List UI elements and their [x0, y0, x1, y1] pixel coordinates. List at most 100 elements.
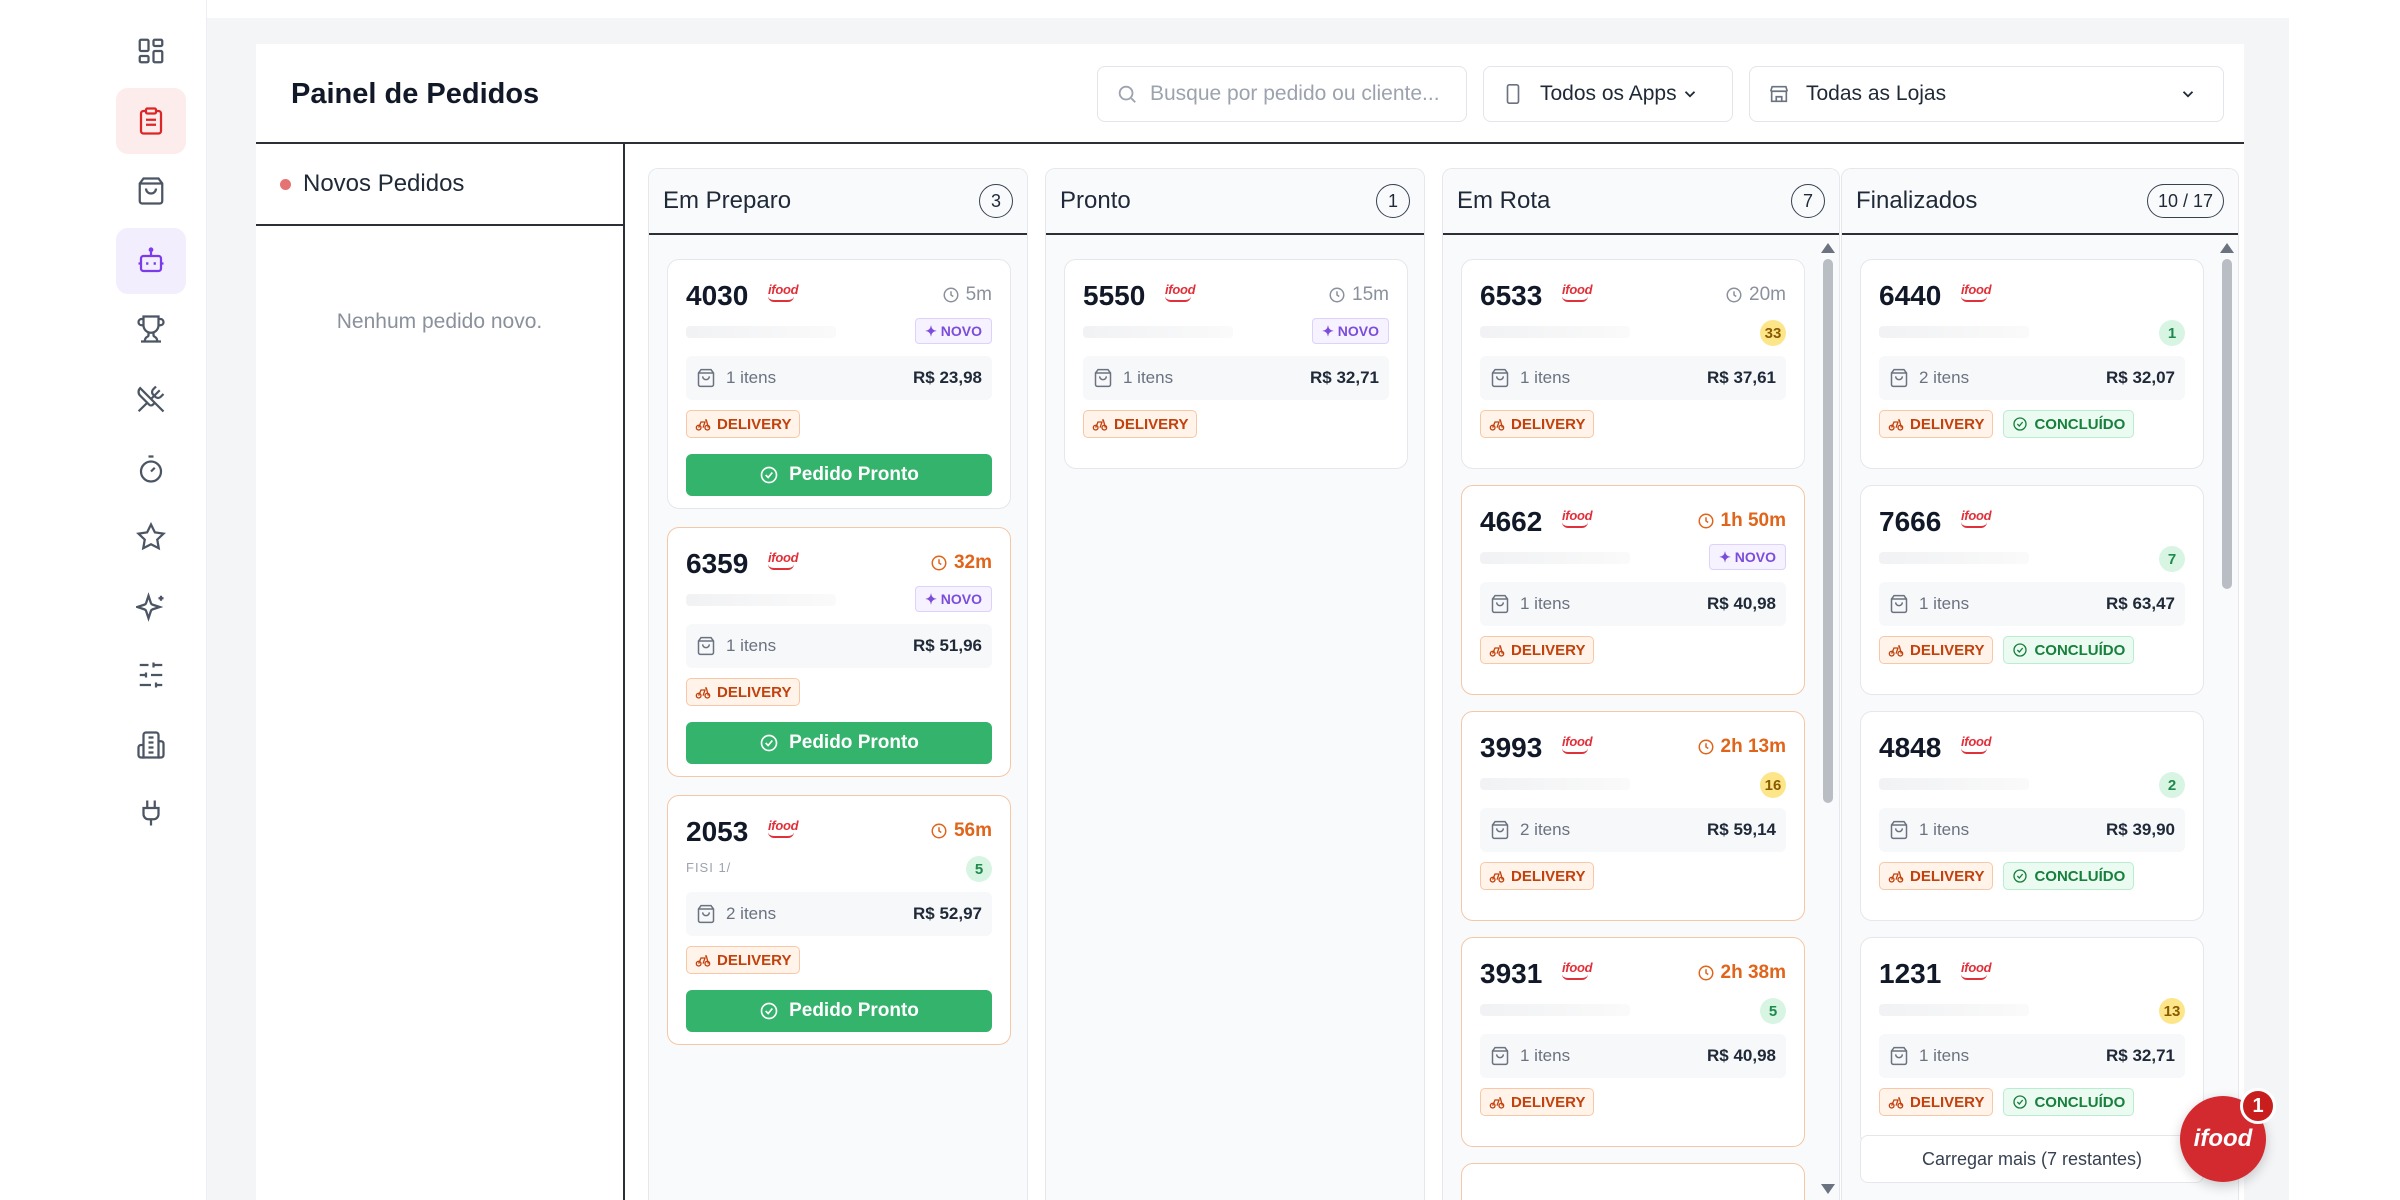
- order-card[interactable]: 3993 ifood 2h 13m 16 2 itens R$ 59,14 DELIVERY: [1461, 711, 1805, 921]
- order-number: 4030: [686, 280, 749, 311]
- order-card-partial[interactable]: [1461, 1163, 1805, 1200]
- customer-order-count-badge: 16: [1760, 772, 1786, 798]
- sidebar-item-dashboard[interactable]: [116, 18, 186, 84]
- order-total: R$ 32,71: [1310, 368, 1379, 387]
- order-ready-label: Pedido Pronto: [789, 1000, 919, 1021]
- order-card[interactable]: 4848 ifood 2 1 itens R$ 39,90 DELIVERY CONCLUÍ…: [1860, 711, 2204, 921]
- order-card[interactable]: 7666 ifood 7 1 itens R$ 63,47 DELIVERY CONCLUÍ…: [1860, 485, 2204, 695]
- shopping-bag-icon: [1889, 1046, 1919, 1066]
- shopping-bag-icon: [1889, 368, 1919, 388]
- elapsed-time-value: 2h 38m: [1720, 962, 1786, 983]
- scroll-up-arrow[interactable]: [1821, 243, 1835, 253]
- items-summary: 1 itens R$ 40,98: [1480, 582, 1786, 626]
- order-number: 3931: [1480, 958, 1543, 989]
- order-ready-button[interactable]: Pedido Pronto: [686, 722, 992, 764]
- elapsed-time: 32m: [930, 552, 992, 574]
- customer-name-redacted: [1480, 1004, 1630, 1016]
- order-card[interactable]: 2053 ifood 56m FISI 1/ 5 2 itens R$ 52,97 DELI…: [667, 795, 1011, 1045]
- items-summary: 2 itens R$ 59,14: [1480, 808, 1786, 852]
- customer-order-count-badge: 2: [2159, 772, 2185, 798]
- order-ready-label: Pedido Pronto: [789, 732, 919, 753]
- scrollbar[interactable]: [1821, 243, 1835, 1200]
- customer-order-count-badge: 33: [1760, 320, 1786, 346]
- search-box[interactable]: [1097, 66, 1467, 122]
- sidebar-item-stores[interactable]: [116, 712, 186, 778]
- scroll-up-arrow[interactable]: [2220, 243, 2234, 253]
- sidebar-item-orders[interactable]: [116, 88, 186, 154]
- concluded-label: CONCLUÍDO: [2034, 867, 2126, 885]
- stores-filter-value: Todas as Lojas: [1806, 82, 1947, 105]
- order-tags: DELIVERY: [1083, 410, 1198, 438]
- order-card[interactable]: 6533 ifood 20m 33 1 itens R$ 37,61 DELIVERY: [1461, 259, 1805, 469]
- sidebar-item-bot[interactable]: [116, 228, 186, 294]
- customer-name-redacted: [686, 326, 836, 338]
- order-ready-button[interactable]: Pedido Pronto: [686, 990, 992, 1032]
- smartphone-icon: [1506, 84, 1520, 104]
- ifood-widget-button[interactable]: ifood 1: [2180, 1088, 2276, 1182]
- delivery-label: DELIVERY: [1910, 1093, 1985, 1111]
- scrollbar-thumb[interactable]: [1823, 259, 1833, 803]
- scrollbar-thumb[interactable]: [2222, 259, 2232, 589]
- order-tags: DELIVERY CONCLUÍDO: [1879, 862, 2135, 890]
- sidebar-item-integrations[interactable]: [116, 780, 186, 846]
- column-header: Finalizados 10 / 17: [1842, 169, 2238, 235]
- order-card[interactable]: 4662 ifood 1h 50m ✦ NOVO 1 itens R$ 40,98 DELI…: [1461, 485, 1805, 695]
- scrollbar[interactable]: [2220, 243, 2234, 1200]
- search-input[interactable]: [1150, 82, 1450, 106]
- customer-name-redacted: [1480, 552, 1630, 564]
- order-total: R$ 63,47: [2106, 594, 2175, 613]
- delivery-tag: DELIVERY: [1480, 636, 1595, 664]
- order-card[interactable]: 1231 ifood 13 1 itens R$ 32,71 DELIVERY CONCLU…: [1860, 937, 2204, 1147]
- stores-filter-select[interactable]: Todas as Lojas: [1749, 66, 2224, 122]
- elapsed-time: 15m: [1328, 284, 1389, 306]
- empty-state: Nenhum pedido novo.: [336, 310, 543, 333]
- bike-icon: [1888, 1094, 1904, 1110]
- customer-name-redacted: [686, 594, 836, 606]
- order-number: 4662: [1480, 506, 1543, 537]
- check-circle-icon: [759, 733, 779, 753]
- sidebar-item-timer[interactable]: [116, 436, 186, 502]
- column-header: Pronto 1: [1046, 169, 1424, 235]
- ifood-logo: ifood: [768, 282, 799, 302]
- customer-name: FISI 1/: [686, 860, 732, 875]
- sidebar-item-bag[interactable]: [116, 158, 186, 224]
- store-icon: [1769, 85, 1789, 103]
- order-card[interactable]: 3931 ifood 2h 38m 5 1 itens R$ 40,98 DELIVERY: [1461, 937, 1805, 1147]
- utensils-crossed-icon: [137, 385, 165, 413]
- order-card[interactable]: 4030 ifood 5m ✦ NOVO 1 itens R$ 23,98 DELIVERY…: [667, 259, 1011, 509]
- items-summary: 2 itens R$ 52,97: [686, 892, 992, 936]
- delivery-label: DELIVERY: [1511, 415, 1586, 433]
- ifood-logo: ifood: [1961, 508, 1992, 528]
- delivery-label: DELIVERY: [1910, 641, 1985, 659]
- order-ready-button[interactable]: Pedido Pronto: [686, 454, 992, 496]
- sidebar-item-settings[interactable]: [116, 642, 186, 708]
- chevron-down-icon: [1684, 91, 1695, 98]
- order-card[interactable]: 5550 ifood 15m ✦ NOVO 1 itens R$ 32,71 DELIVER…: [1064, 259, 1408, 469]
- order-number: 1231: [1879, 958, 1942, 989]
- elapsed-time-value: 15m: [1352, 284, 1389, 305]
- sidebar-item-reviews[interactable]: [116, 504, 186, 570]
- order-card[interactable]: 6359 ifood 32m ✦ NOVO 1 itens R$ 51,96 DELIVER…: [667, 527, 1011, 777]
- delivery-label: DELIVERY: [1511, 867, 1586, 885]
- sidebar-item-menu[interactable]: [116, 366, 186, 432]
- bike-icon: [1888, 416, 1904, 432]
- elapsed-time: 56m: [930, 820, 992, 842]
- column-em-preparo: Em Preparo 3 4030 ifood 5m ✦ NOVO 1 itens R$ …: [648, 168, 1028, 1200]
- scroll-down-arrow[interactable]: [1821, 1184, 1835, 1194]
- clock-icon: [1697, 738, 1715, 756]
- order-number: 6533: [1480, 280, 1543, 311]
- sidebar-item-trophy[interactable]: [116, 296, 186, 362]
- order-card[interactable]: 6440 ifood 1 2 itens R$ 32,07 DELIVERY CONCLUÍ…: [1860, 259, 2204, 469]
- shopping-bag-icon: [696, 636, 726, 656]
- elapsed-time-value: 2h 13m: [1720, 736, 1786, 757]
- elapsed-time: 1h 50m: [1697, 510, 1786, 532]
- load-more-button[interactable]: Carregar mais (7 restantes): [1860, 1135, 2204, 1183]
- order-number: 2053: [686, 816, 749, 847]
- delivery-tag: DELIVERY: [686, 946, 801, 974]
- apps-filter-select[interactable]: Todos os Apps: [1483, 66, 1733, 122]
- sidebar-item-ai[interactable]: [116, 574, 186, 640]
- check-circle-icon: [759, 465, 779, 485]
- order-total: R$ 59,14: [1707, 820, 1776, 839]
- order-number: 4848: [1879, 732, 1942, 763]
- bot-icon: [138, 247, 164, 273]
